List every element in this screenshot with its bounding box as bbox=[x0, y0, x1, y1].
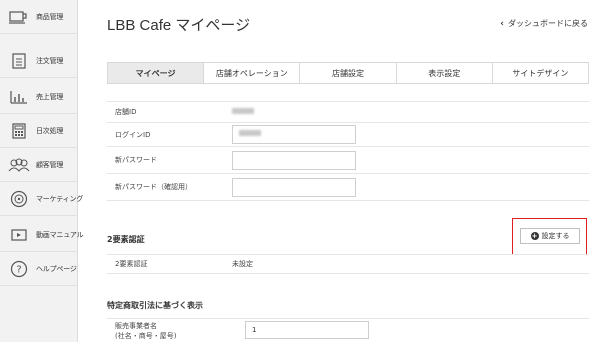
new-password-confirm-field[interactable] bbox=[232, 177, 356, 197]
sidebar: 商品管理 注文管理 売上管理 日次処理 顧客管理 マーケティング 動画マニュアル… bbox=[0, 0, 84, 342]
sidebar-item-daily[interactable]: 日次処理 bbox=[0, 114, 78, 148]
tab-display-settings[interactable]: 表示設定 bbox=[396, 63, 493, 83]
login-id-label: ログインID bbox=[115, 130, 151, 139]
sidebar-item-label: 商品管理 bbox=[36, 12, 64, 21]
back-link-label: ダッシュボードに戻る bbox=[508, 19, 588, 28]
target-icon bbox=[8, 190, 30, 207]
sidebar-item-label: 売上管理 bbox=[36, 92, 64, 101]
tab-bar: マイページ 店舗オペレーション 店舗設定 表示設定 サイトデザイン bbox=[107, 62, 589, 84]
sidebar-item-label: ヘルプページ bbox=[36, 264, 77, 273]
redacted-value bbox=[232, 107, 254, 114]
store-id-value bbox=[232, 107, 254, 116]
bar-chart-icon bbox=[8, 89, 30, 105]
help-icon: ? bbox=[8, 260, 30, 277]
two-factor-section-title: 2要素認証 bbox=[107, 235, 145, 244]
new-password-label: 新パスワード bbox=[115, 156, 157, 164]
new-password-confirm-row: 新パスワード（確認用） bbox=[107, 174, 589, 201]
store-id-row: 店舗ID bbox=[107, 101, 589, 123]
two-factor-setup-button[interactable]: + 設定する bbox=[520, 228, 580, 244]
svg-text:?: ? bbox=[16, 264, 21, 275]
login-id-field[interactable] bbox=[232, 125, 356, 144]
highlight-box: + 設定する bbox=[512, 218, 587, 255]
tab-mypage[interactable]: マイページ bbox=[108, 63, 205, 83]
new-password-row: 新パスワード bbox=[107, 147, 589, 174]
video-icon bbox=[8, 227, 30, 243]
business-name-label-line1: 販売事業者名 bbox=[115, 322, 157, 330]
sidebar-item-label: マーケティング bbox=[36, 194, 84, 203]
sidebar-item-video-manual[interactable]: 動画マニュアル bbox=[0, 218, 84, 252]
commerce-law-section-title: 特定商取引法に基づく表示 bbox=[107, 301, 203, 310]
login-id-row: ログインID bbox=[107, 123, 589, 147]
sidebar-item-label: 日次処理 bbox=[36, 126, 64, 135]
sidebar-item-help[interactable]: ? ヘルプページ bbox=[0, 252, 78, 286]
sidebar-item-label: 動画マニュアル bbox=[36, 230, 84, 239]
sidebar-item-label: 注文管理 bbox=[36, 56, 64, 65]
plus-icon: + bbox=[530, 232, 539, 240]
tab-store-operation[interactable]: 店舗オペレーション bbox=[204, 63, 301, 83]
calculator-icon bbox=[8, 122, 30, 139]
business-name-field[interactable]: 1 bbox=[245, 321, 369, 339]
new-password-field[interactable] bbox=[232, 150, 356, 170]
tab-store-settings[interactable]: 店舗設定 bbox=[300, 63, 397, 83]
cup-icon bbox=[8, 9, 30, 25]
two-factor-row-label: 2要素認証 bbox=[115, 259, 148, 268]
new-password-confirm-label: 新パスワード（確認用） bbox=[115, 183, 192, 191]
two-factor-setup-label: 設定する bbox=[541, 232, 570, 240]
sidebar-item-sales[interactable]: 売上管理 bbox=[0, 80, 78, 114]
sidebar-item-marketing[interactable]: マーケティング bbox=[0, 182, 83, 216]
document-icon bbox=[8, 52, 30, 69]
back-to-dashboard-link[interactable]: ‹ ダッシュボードに戻る bbox=[500, 18, 588, 29]
sidebar-item-orders[interactable]: 注文管理 bbox=[0, 44, 78, 78]
business-name-label: 販売事業者名 (社名・商号・屋号) bbox=[115, 321, 176, 341]
sidebar-item-label: 顧客管理 bbox=[36, 160, 64, 169]
page-title: LBB Cafe マイページ bbox=[107, 17, 251, 34]
business-name-row: 販売事業者名 (社名・商号・屋号) 1 bbox=[107, 318, 589, 342]
two-factor-status: 未設定 bbox=[232, 259, 253, 268]
sidebar-item-products[interactable]: 商品管理 bbox=[0, 0, 78, 34]
chevron-left-icon: ‹ bbox=[500, 18, 504, 29]
redacted-value bbox=[239, 130, 261, 136]
store-id-label: 店舗ID bbox=[115, 107, 137, 116]
business-name-label-line2: (社名・商号・屋号) bbox=[115, 332, 177, 340]
sidebar-item-customers[interactable]: 顧客管理 bbox=[0, 148, 78, 182]
two-factor-row: 2要素認証 未設定 bbox=[107, 254, 589, 274]
users-icon bbox=[8, 157, 30, 173]
tab-site-design[interactable]: サイトデザイン bbox=[492, 63, 589, 83]
